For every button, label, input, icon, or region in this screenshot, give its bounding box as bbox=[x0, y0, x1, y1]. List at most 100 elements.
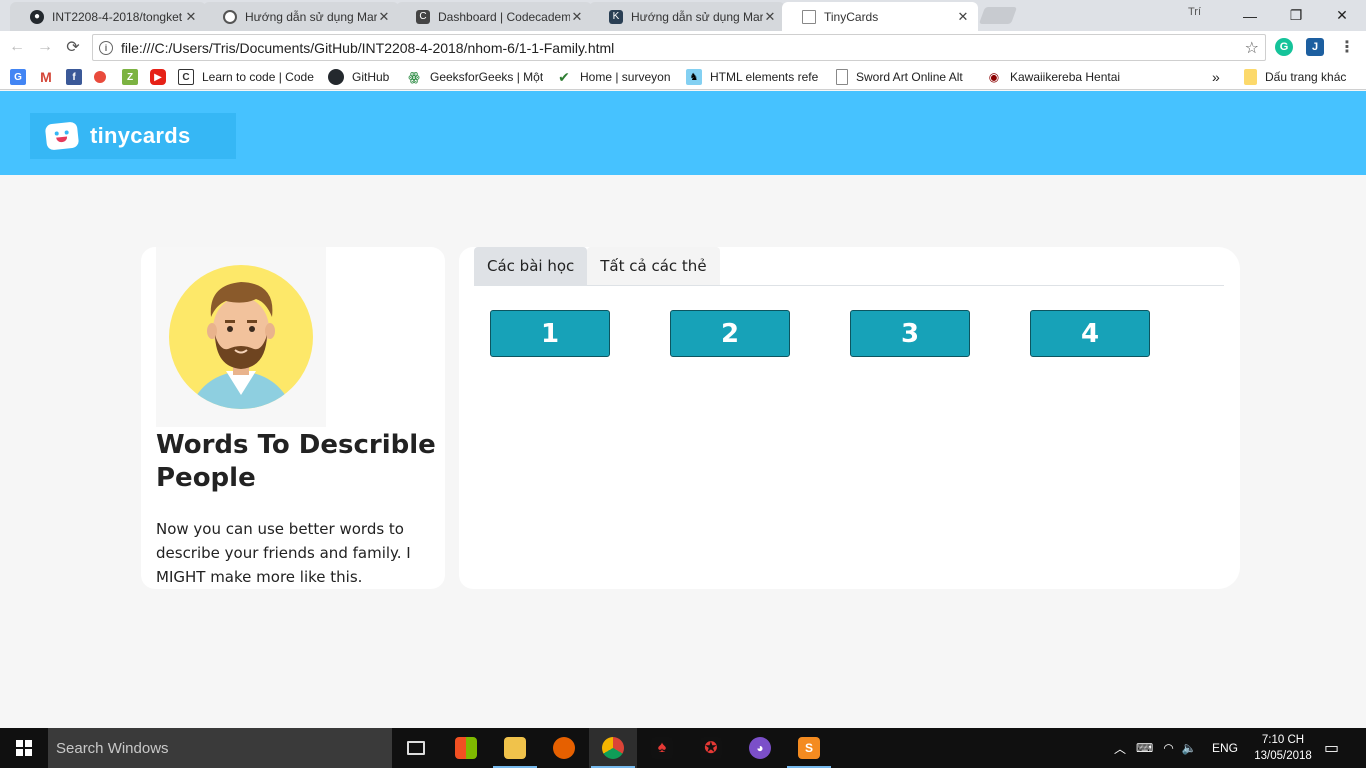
show-hidden-icon[interactable]: ︿ bbox=[1114, 740, 1126, 757]
taskbar-search[interactable]: Search Windows bbox=[48, 728, 392, 768]
grammarly-icon[interactable]: G bbox=[1275, 38, 1293, 56]
browser-tab[interactable]: ● INT2208-4-2018/tongket ✕ bbox=[10, 2, 206, 31]
bookmark-kawaii[interactable]: ◉ Kawaiikereba Hentai bbox=[986, 68, 1122, 86]
game-app-icon[interactable]: ✪ bbox=[687, 728, 735, 768]
close-tab-icon[interactable]: ✕ bbox=[377, 9, 391, 25]
menu-icon[interactable]: ⋮ bbox=[1338, 38, 1356, 56]
firefox-icon[interactable] bbox=[540, 728, 588, 768]
language-indicator[interactable]: ENG bbox=[1212, 728, 1238, 768]
minimize-icon[interactable]: — bbox=[1227, 0, 1273, 31]
bookmark-label: GitHub bbox=[352, 70, 390, 84]
tab-title: Hướng dẫn sử dụng Mark bbox=[631, 9, 763, 24]
translate-icon[interactable]: G bbox=[10, 68, 34, 86]
deck-tabs: Các bài học Tất cả các thẻ bbox=[474, 247, 1224, 286]
taskbar-clock[interactable]: 7:10 CH 13/05/2018 bbox=[1250, 732, 1316, 764]
lesson-4-button[interactable]: 4 bbox=[1030, 310, 1150, 357]
browser-tab-strip: ● INT2208-4-2018/tongket ✕ Hướng dẫn sử … bbox=[0, 0, 1366, 31]
task-view-icon[interactable] bbox=[392, 728, 440, 768]
avatar bbox=[156, 247, 326, 427]
close-tab-icon[interactable]: ✕ bbox=[184, 9, 198, 25]
bookmark-github[interactable]: GitHub bbox=[328, 68, 389, 86]
notifications-icon[interactable]: ▭ bbox=[1324, 728, 1339, 768]
close-tab-icon[interactable]: ✕ bbox=[763, 9, 777, 25]
survey-icon: ✔ bbox=[556, 69, 572, 85]
reload-icon[interactable]: ⟳ bbox=[62, 36, 84, 58]
page-icon bbox=[802, 9, 816, 24]
tab-lessons[interactable]: Các bài học bbox=[474, 247, 588, 285]
chrome-icon[interactable] bbox=[589, 728, 637, 768]
other-bookmarks[interactable]: Dấu trang khác bbox=[1244, 68, 1346, 86]
lesson-1-button[interactable]: 1 bbox=[490, 310, 610, 357]
windows-icon bbox=[16, 740, 32, 756]
deck-description: Now you can use better words to describe… bbox=[156, 520, 411, 586]
wifi-icon[interactable]: ◠ bbox=[1163, 741, 1173, 755]
taskbar: Search Windows ♠ ✪ ◕ S ︿ ⌨ ◠ 🔈 ENG 7:10 … bbox=[0, 728, 1366, 768]
tinycards-logo-icon bbox=[44, 121, 80, 151]
input-method-icon[interactable]: ⌨ bbox=[1136, 741, 1153, 755]
tab-title: Hướng dẫn sử dụng Mark bbox=[245, 9, 377, 24]
forward-icon[interactable]: → bbox=[34, 36, 56, 58]
bookmark-geeksforgeeks[interactable]: ꙮ GeeksforGeeks | Một bbox=[406, 68, 546, 86]
facebook-icon[interactable]: f bbox=[66, 68, 90, 86]
eye-icon: ◉ bbox=[986, 69, 1002, 85]
restore-icon[interactable]: ❐ bbox=[1273, 0, 1319, 31]
back-icon[interactable]: ← bbox=[6, 36, 28, 58]
bookmark-codecademy[interactable]: C Learn to code | Code bbox=[178, 68, 318, 86]
site-header: tinycards bbox=[0, 91, 1366, 175]
bookmark-sao[interactable]: Sword Art Online Alt bbox=[836, 68, 972, 86]
lesson-3-button[interactable]: 3 bbox=[850, 310, 970, 357]
youtube-icon[interactable]: ▶ bbox=[150, 68, 174, 86]
codecademy-icon: C bbox=[178, 69, 194, 85]
bookmark-star-icon[interactable]: ☆ bbox=[1245, 38, 1259, 58]
mdn-icon: ♞ bbox=[686, 69, 702, 85]
lesson-2-button[interactable]: 2 bbox=[670, 310, 790, 357]
gmail-icon[interactable]: M bbox=[38, 68, 62, 86]
browser-tab-active[interactable]: TinyCards ✕ bbox=[782, 2, 978, 31]
store-icon[interactable] bbox=[442, 728, 490, 768]
logo-text: tinycards bbox=[90, 123, 191, 148]
close-tab-icon[interactable]: ✕ bbox=[956, 9, 970, 25]
bookmark-mdn[interactable]: ♞ HTML elements refe bbox=[686, 68, 822, 86]
browser-tab[interactable]: Hướng dẫn sử dụng Mark ✕ bbox=[203, 2, 399, 31]
garena-icon[interactable]: ♠ bbox=[638, 728, 686, 768]
bookmark-label: HTML elements refe bbox=[710, 70, 819, 84]
bookmark-label: Learn to code | Code bbox=[202, 70, 314, 84]
bookmark-surveyon[interactable]: ✔ Home | surveyon bbox=[556, 68, 671, 86]
browser-toolbar: ← → ⟳ i file:///C:/Users/Tris/Documents/… bbox=[0, 31, 1366, 64]
clock-time: 7:10 CH bbox=[1261, 734, 1305, 746]
clock-date: 13/05/2018 bbox=[1254, 750, 1312, 762]
close-window-icon[interactable]: ✕ bbox=[1319, 0, 1365, 31]
github-icon: ● bbox=[30, 9, 44, 24]
bookmarks-overflow-icon[interactable]: » bbox=[1212, 68, 1220, 86]
address-bar[interactable]: i file:///C:/Users/Tris/Documents/GitHub… bbox=[92, 34, 1266, 61]
volume-icon[interactable]: 🔈 bbox=[1182, 741, 1197, 755]
lessons-card: Các bài học Tất cả các thẻ 1 2 3 4 bbox=[459, 247, 1240, 589]
tab-all-cards[interactable]: Tất cả các thẻ bbox=[587, 247, 720, 285]
bookmark-label: GeeksforGeeks | Một bbox=[430, 70, 544, 84]
profile-icon[interactable]: Trí bbox=[1188, 6, 1201, 18]
sublime-text-icon[interactable]: S bbox=[785, 728, 833, 768]
start-button[interactable] bbox=[0, 728, 48, 768]
new-tab-button[interactable] bbox=[978, 7, 1018, 24]
chrome-app-icon[interactable] bbox=[94, 68, 114, 86]
bookmark-label: Home | surveyon bbox=[580, 70, 671, 84]
codecademy-icon: C bbox=[416, 9, 430, 24]
zalo-icon[interactable]: Z bbox=[122, 68, 146, 86]
url-text: file:///C:/Users/Tris/Documents/GitHub/I… bbox=[121, 39, 615, 56]
extension-icon[interactable]: J bbox=[1306, 38, 1324, 56]
bookmark-label: Kawaiikereba Hentai bbox=[1010, 70, 1121, 84]
file-explorer-icon[interactable] bbox=[491, 728, 539, 768]
close-tab-icon[interactable]: ✕ bbox=[570, 9, 584, 25]
tinycards-logo[interactable]: tinycards bbox=[30, 113, 236, 159]
tray-icons[interactable]: ︿ ⌨ ◠ 🔈 bbox=[1114, 728, 1197, 768]
github-icon bbox=[328, 69, 344, 85]
doc-icon bbox=[223, 9, 237, 24]
cat-app-icon[interactable]: ◕ bbox=[736, 728, 784, 768]
tab-title: INT2208-4-2018/tongket bbox=[52, 9, 183, 24]
gfg-icon: ꙮ bbox=[406, 69, 422, 85]
tab-title: TinyCards bbox=[824, 9, 879, 24]
browser-tab[interactable]: K Hướng dẫn sử dụng Mark ✕ bbox=[589, 2, 785, 31]
browser-tab[interactable]: C Dashboard | Codecademy ✕ bbox=[396, 2, 592, 31]
info-icon[interactable]: i bbox=[99, 40, 113, 55]
k-icon: K bbox=[609, 9, 623, 24]
